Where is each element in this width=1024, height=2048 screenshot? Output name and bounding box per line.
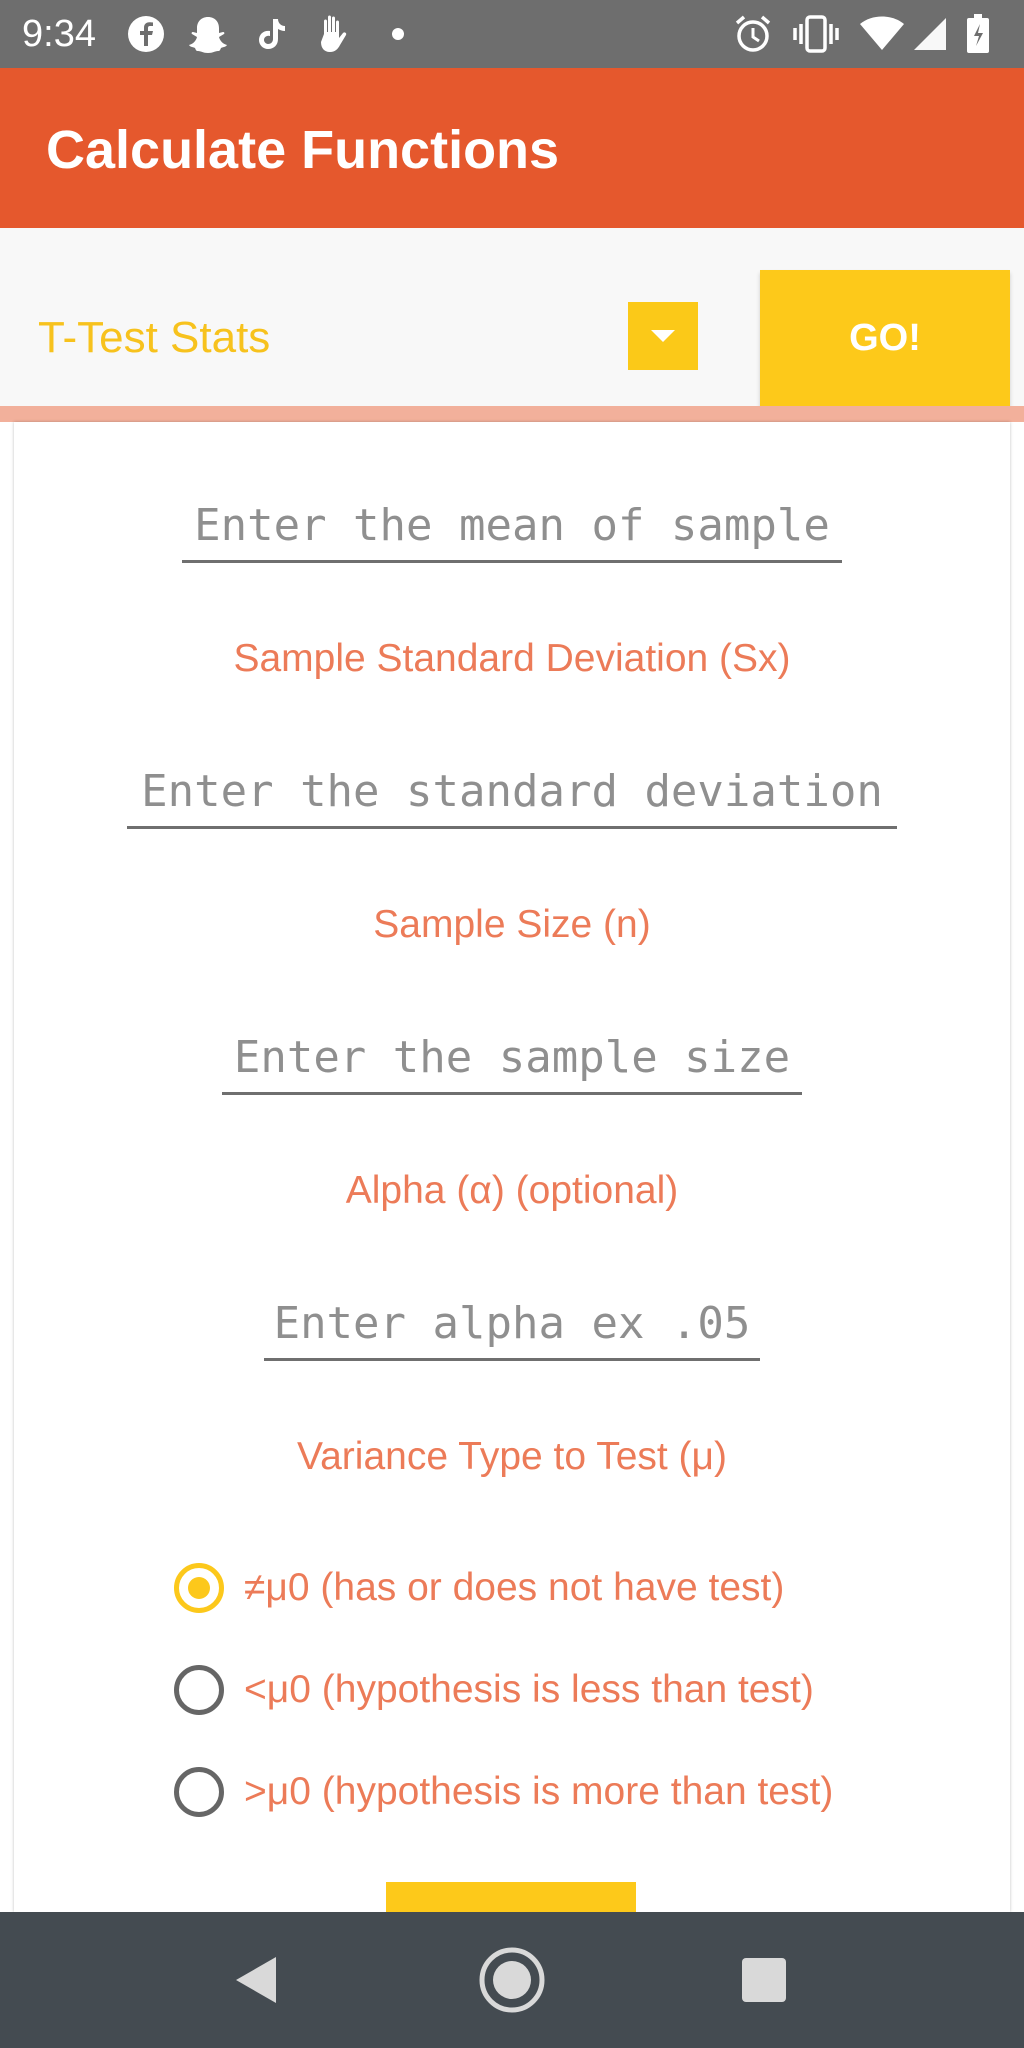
radio-option-less-than[interactable]: <μ0 (hypothesis is less than test) xyxy=(174,1658,814,1722)
radio-label: ≠μ0 (has or does not have test) xyxy=(244,1566,785,1609)
back-icon[interactable] xyxy=(216,1940,296,2020)
radio-label: <μ0 (hypothesis is less than test) xyxy=(244,1668,814,1711)
app-bar: Calculate Functions xyxy=(0,68,1024,228)
vibrate-icon xyxy=(792,14,840,54)
hand-icon xyxy=(312,14,356,54)
variance-type-label: Variance Type to Test (μ) xyxy=(296,1435,727,1478)
radio-label: >μ0 (hypothesis is more than test) xyxy=(244,1770,834,1813)
alpha-input[interactable] xyxy=(264,1288,760,1361)
page-title: Calculate Functions xyxy=(46,120,560,180)
wifi-icon xyxy=(858,14,906,54)
status-time: 9:34 xyxy=(22,13,96,55)
calculate-button[interactable] xyxy=(386,1882,636,1912)
sd-label: Sample Standard Deviation (Sx) xyxy=(233,637,791,680)
radio-button[interactable] xyxy=(174,1767,224,1817)
status-bar: 9:34 xyxy=(0,0,1024,68)
function-spinner-value[interactable]: T-Test Stats xyxy=(38,310,270,366)
navigation-bar xyxy=(0,1912,1024,2048)
dot-icon xyxy=(388,14,408,54)
home-icon[interactable] xyxy=(472,1940,552,2020)
signal-icon xyxy=(910,14,950,54)
battery-icon xyxy=(964,14,992,54)
radio-button-checked[interactable] xyxy=(174,1563,224,1613)
std-dev-input[interactable] xyxy=(127,756,897,829)
go-button[interactable]: GO! xyxy=(760,270,1010,406)
radio-option-not-equal[interactable]: ≠μ0 (has or does not have test) xyxy=(174,1556,784,1620)
recents-icon[interactable] xyxy=(724,1940,804,2020)
alarm-icon xyxy=(732,14,774,54)
radio-button[interactable] xyxy=(174,1665,224,1715)
snapchat-icon xyxy=(186,14,230,54)
sample-size-input[interactable] xyxy=(222,1022,802,1095)
facebook-icon xyxy=(126,14,166,54)
alpha-label: Alpha (α) (optional) xyxy=(345,1169,679,1212)
tiktok-icon xyxy=(254,14,290,54)
dropdown-arrow-icon[interactable] xyxy=(628,302,698,370)
radio-option-greater-than[interactable]: >μ0 (hypothesis is more than test) xyxy=(174,1760,833,1824)
sample-size-label: Sample Size (n) xyxy=(373,903,651,946)
divider xyxy=(0,406,1024,422)
mean-input[interactable] xyxy=(182,490,842,563)
